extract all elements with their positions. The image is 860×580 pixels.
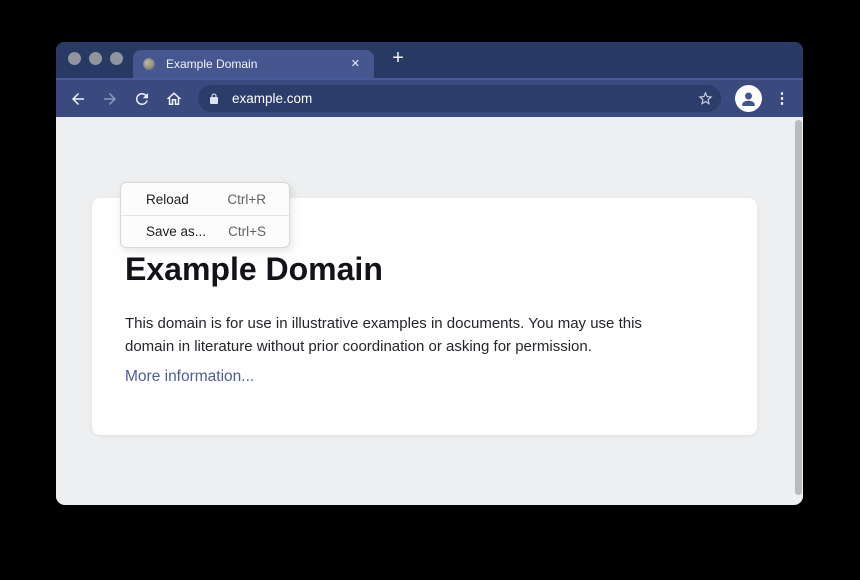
- vertical-scrollbar[interactable]: [795, 120, 802, 495]
- new-tab-button[interactable]: +: [386, 47, 410, 71]
- bookmark-star-icon[interactable]: [697, 90, 714, 107]
- desktop-background: Example Domain ✕ + example: [0, 0, 860, 580]
- minimize-window-button[interactable]: [89, 52, 102, 65]
- https-lock-icon[interactable]: [208, 93, 220, 105]
- home-icon[interactable]: [165, 90, 183, 108]
- tab-example-domain[interactable]: Example Domain ✕: [133, 50, 374, 78]
- maximize-window-button[interactable]: [110, 52, 123, 65]
- page-viewport: Example Domain This domain is for use in…: [56, 117, 803, 503]
- page-paragraph: This domain is for use in illustrative e…: [125, 312, 717, 358]
- tab-close-icon[interactable]: ✕: [349, 57, 362, 72]
- context-menu: Reload Ctrl+R Save as... Ctrl+S: [120, 182, 290, 248]
- more-information-link[interactable]: More information...: [125, 368, 254, 386]
- tab-title: Example Domain: [166, 57, 257, 71]
- tab-favicon-globe-icon: [143, 58, 155, 70]
- window-controls: [68, 52, 123, 65]
- forward-icon[interactable]: [101, 90, 119, 108]
- profile-avatar-icon[interactable]: [735, 85, 762, 112]
- shortcut-hint: Ctrl+R: [227, 192, 266, 207]
- browser-toolbar: example.com ⋮: [56, 78, 803, 117]
- close-window-button[interactable]: [68, 52, 81, 65]
- page-heading: Example Domain: [125, 250, 717, 288]
- titlebar: Example Domain ✕ +: [56, 42, 803, 78]
- address-bar[interactable]: example.com: [198, 85, 721, 112]
- browser-window: Example Domain ✕ + example: [56, 42, 803, 505]
- browser-menu-icon[interactable]: ⋮: [773, 91, 791, 106]
- url-text: example.com: [232, 91, 312, 106]
- reload-icon[interactable]: [133, 90, 151, 108]
- back-icon[interactable]: [69, 90, 87, 108]
- context-menu-item-reload[interactable]: Reload Ctrl+R: [121, 183, 289, 215]
- shortcut-hint: Ctrl+S: [228, 224, 266, 239]
- context-menu-item-save-as[interactable]: Save as... Ctrl+S: [121, 215, 289, 247]
